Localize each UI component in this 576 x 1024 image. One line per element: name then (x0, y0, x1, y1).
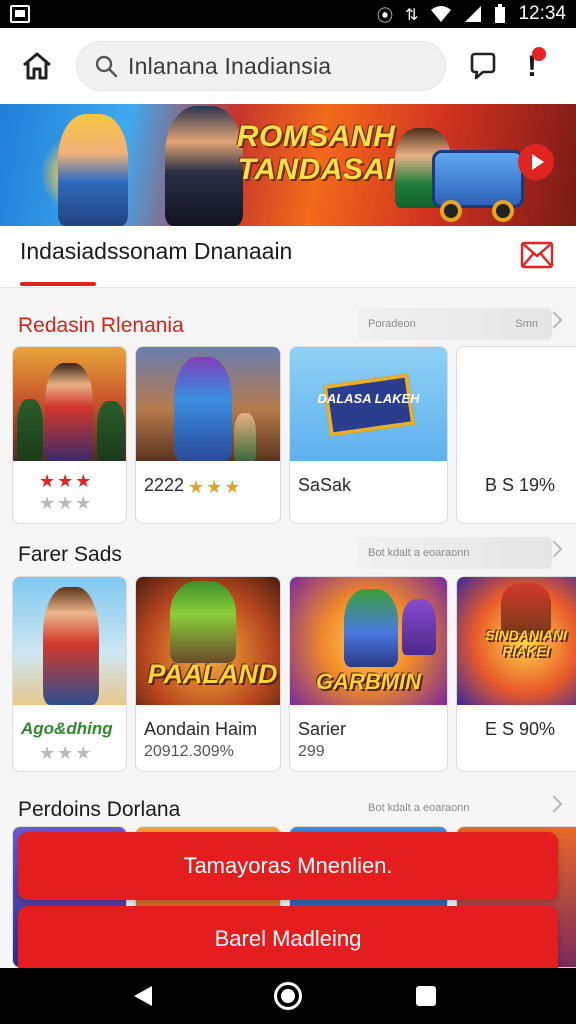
game-title: Aondain Haim (144, 719, 258, 739)
wifi-icon (431, 6, 452, 22)
tab-indicator (20, 282, 96, 286)
game-title: Sarier (298, 719, 347, 739)
banner-title-line1: ROMSANH (236, 120, 396, 153)
game-thumbnail (457, 347, 576, 461)
game-thumbnail: DALASA LAKEH (290, 347, 447, 461)
back-icon[interactable] (134, 986, 152, 1006)
notifications-button[interactable]: ! (522, 47, 546, 83)
game-card[interactable]: ★★★ ★★★ (12, 346, 127, 524)
search-icon (95, 55, 118, 78)
tab-bar: Indasiadssonam Dnanaain (0, 226, 576, 288)
notification-badge (532, 47, 546, 61)
top-app-bar: Inlanana Inadiansia ! (0, 28, 576, 104)
home-icon[interactable] (20, 49, 54, 83)
game-title: Ago&dhing (21, 719, 113, 738)
section-title: Perdoins Dorlana (18, 798, 181, 821)
banner-wheel (492, 200, 514, 222)
battery-icon (495, 4, 506, 23)
game-thumbnail (13, 347, 126, 461)
signal-icon (465, 6, 482, 22)
rating-stars-empty: ★★★ (39, 493, 94, 513)
tab-active[interactable]: Indasiadssonam Dnanaain (20, 238, 292, 265)
mail-icon[interactable] (520, 240, 554, 270)
see-more-label: Bot kdalt a eoaraonn (368, 802, 470, 814)
game-card[interactable]: SINDANIANI RIAKEI E S 90% (456, 576, 576, 772)
chat-icon[interactable] (468, 51, 498, 81)
recents-icon[interactable] (416, 986, 436, 1006)
system-nav-bar (0, 968, 576, 1024)
game-thumbnail (136, 347, 280, 461)
section-title: Redasin Rlenania (18, 314, 184, 337)
status-bar: ⦿ ⇅ 12:34 (0, 0, 576, 28)
game-title: 2222 (144, 475, 185, 495)
banner-vehicle (432, 150, 524, 208)
game-meta: 20912.309% (144, 743, 234, 760)
game-thumbnail: SINDANIANI RIAKEI (457, 577, 576, 705)
data-icon: ⇅ (405, 4, 419, 24)
game-meta: 299 (298, 743, 325, 760)
game-logo: SINDANIANI RIAKEI (485, 627, 567, 659)
game-card[interactable]: 2222 ★★★ (135, 346, 281, 524)
secondary-action-button[interactable]: Barel Madleing (18, 906, 558, 968)
game-title: SaSak (298, 475, 352, 495)
banner-character-rogue (165, 106, 243, 226)
game-card[interactable]: PAALAND Aondain Haim 20912.309% (135, 576, 281, 772)
game-thumbnail (13, 577, 126, 705)
section-header: Redasin Rlenania Poradeon Smn (0, 308, 576, 348)
status-icons: ⦿ ⇅ 12:34 (377, 2, 566, 26)
banner-title-line2: TANDASAI (237, 153, 395, 186)
game-logo: DALASA LAKEH (317, 391, 420, 406)
see-more-button[interactable]: Bot kdalt a eoaraonn (358, 537, 552, 569)
banner-wheel (440, 200, 462, 222)
search-input[interactable]: Inlanana Inadiansia (76, 41, 446, 91)
home-circle-icon[interactable] (274, 982, 302, 1010)
game-title: E S 90% (485, 719, 556, 739)
rating-stars-empty: ★★★ (39, 743, 94, 763)
rating-stars: ★★★ (39, 471, 94, 491)
vibrate-icon: ⦿ (377, 6, 394, 25)
game-card[interactable]: B S 19% (456, 346, 576, 524)
status-time: 12:34 (518, 3, 566, 24)
game-title: B S 19% (485, 475, 556, 495)
game-card[interactable]: GARBMIN Sarier 299 (289, 576, 448, 772)
banner-character-hero (58, 114, 128, 226)
primary-action-button[interactable]: Tamayoras Mnenlien. (18, 832, 558, 900)
game-logo: PAALAND (147, 659, 278, 689)
see-more-button[interactable]: Bot kdalt a eoaraonn (358, 792, 552, 824)
section-title: Farer Sads (18, 543, 122, 566)
banner-title: ROMSANH TANDASAI (236, 120, 396, 186)
rating-stars: ★★★ (188, 477, 243, 497)
see-more-label: Poradeon (368, 318, 416, 330)
promo-banner[interactable]: ROMSANH TANDASAI (0, 104, 576, 226)
section-header: Farer Sads Bot kdalt a eoaraonn (0, 537, 576, 577)
gallery-notification-icon (10, 5, 30, 23)
game-thumbnail: PAALAND (136, 577, 280, 705)
game-card[interactable]: DALASA LAKEH SaSak (289, 346, 448, 524)
see-more-count: Smn (515, 318, 538, 330)
play-icon[interactable] (518, 144, 554, 180)
see-more-button[interactable]: Poradeon Smn (358, 308, 552, 340)
game-logo: GARBMIN (315, 669, 422, 694)
search-query: Inlanana Inadiansia (128, 52, 332, 79)
see-more-label: Bot kdalt a eoaraonn (368, 547, 470, 559)
app-screen: ⦿ ⇅ 12:34 Inlanana Inadiansia ! ROMSANH … (0, 0, 576, 1024)
game-thumbnail: GARBMIN (290, 577, 447, 705)
game-card[interactable]: Ago&dhing ★★★ (12, 576, 127, 772)
